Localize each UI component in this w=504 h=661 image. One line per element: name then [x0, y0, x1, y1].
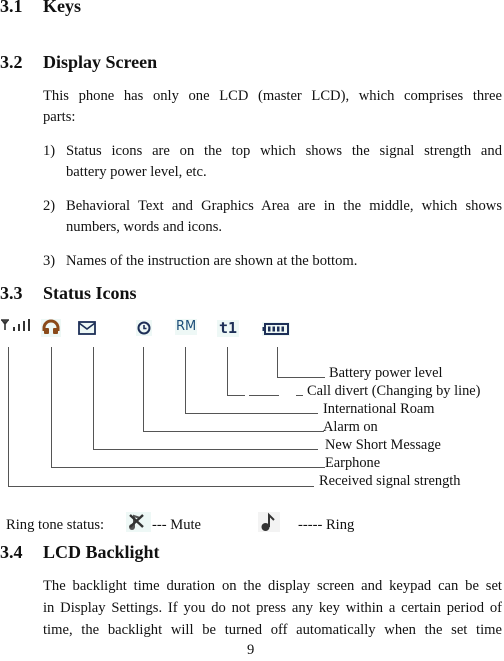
leader-roam-h	[185, 413, 318, 414]
ring-tone-status-label: Ring tone status:	[6, 517, 105, 533]
mute-label: --- Mute	[152, 517, 202, 533]
label-call-divert: Call divert (Changing by line)	[307, 383, 481, 399]
label-message: New Short Message	[325, 437, 441, 453]
backlight-line2: in Display Settings. If you do not press…	[43, 600, 502, 616]
leader-battery-h	[277, 377, 325, 378]
list-item-3-line1: Names of the instruction are shown at th…	[66, 253, 358, 269]
leader-signal	[8, 347, 9, 487]
ring-label: ----- Ring	[298, 517, 355, 533]
display-intro-line2: parts:	[43, 109, 76, 125]
label-earphone: Earphone	[325, 455, 381, 471]
section-3-2-number: 3.2	[0, 52, 23, 72]
battery-icon	[262, 322, 290, 336]
label-signal: Received signal strength	[319, 473, 461, 489]
leader-message-h	[93, 449, 318, 450]
section-3-2-title: Display Screen	[43, 52, 158, 72]
leader-earphone-h	[51, 467, 325, 468]
label-battery: Battery power level	[329, 365, 443, 381]
label-alarm: Alarm on	[323, 419, 378, 435]
section-3-1-title: Keys	[43, 0, 81, 16]
roaming-icon: RM	[175, 319, 198, 335]
list-item-1-line1: Status icons are on the top which shows …	[66, 143, 502, 159]
display-intro-line1: This phone has only one LCD (master LCD)…	[43, 88, 502, 104]
leader-earphone	[51, 347, 52, 468]
leader-signal-h	[8, 486, 314, 487]
leader-alarm	[143, 347, 144, 432]
list-item-2-line1: Behavioral Text and Graphics Area are in…	[66, 198, 502, 214]
leader-divert-h3	[296, 395, 303, 396]
leader-battery	[277, 347, 278, 378]
leader-alarm-h	[143, 431, 324, 432]
backlight-line3: time, the backlight will be turned off a…	[43, 622, 502, 638]
section-3-3-title: Status Icons	[43, 283, 137, 303]
list-item-2-number: 2)	[43, 198, 56, 214]
envelope-icon	[78, 321, 96, 335]
ring-icon	[258, 512, 280, 532]
section-3-4-number: 3.4	[0, 542, 23, 562]
leader-divert	[227, 347, 228, 396]
label-roam: International Roam	[323, 401, 435, 417]
list-item-2-line2: numbers, words and icons.	[66, 219, 223, 235]
section-3-3-number: 3.3	[0, 283, 23, 303]
backlight-line1: The backlight time duration on the displ…	[43, 578, 502, 594]
earphone-icon	[41, 319, 61, 337]
call-divert-icon: t1	[217, 319, 240, 337]
list-item-3-number: 3)	[43, 253, 56, 269]
leader-divert-h2	[249, 395, 279, 396]
leader-message	[93, 347, 94, 450]
section-3-4-title: LCD Backlight	[43, 542, 160, 562]
page-number: 9	[247, 642, 255, 658]
section-3-1-number: 3.1	[0, 0, 23, 16]
alarm-clock-icon	[136, 320, 152, 336]
leader-roam	[185, 347, 186, 414]
signal-strength-icon	[1, 319, 30, 331]
list-item-1-line2: battery power level, etc.	[66, 164, 207, 180]
leader-divert-h1	[227, 395, 245, 396]
mute-icon	[126, 512, 151, 532]
list-item-1-number: 1)	[43, 143, 56, 159]
